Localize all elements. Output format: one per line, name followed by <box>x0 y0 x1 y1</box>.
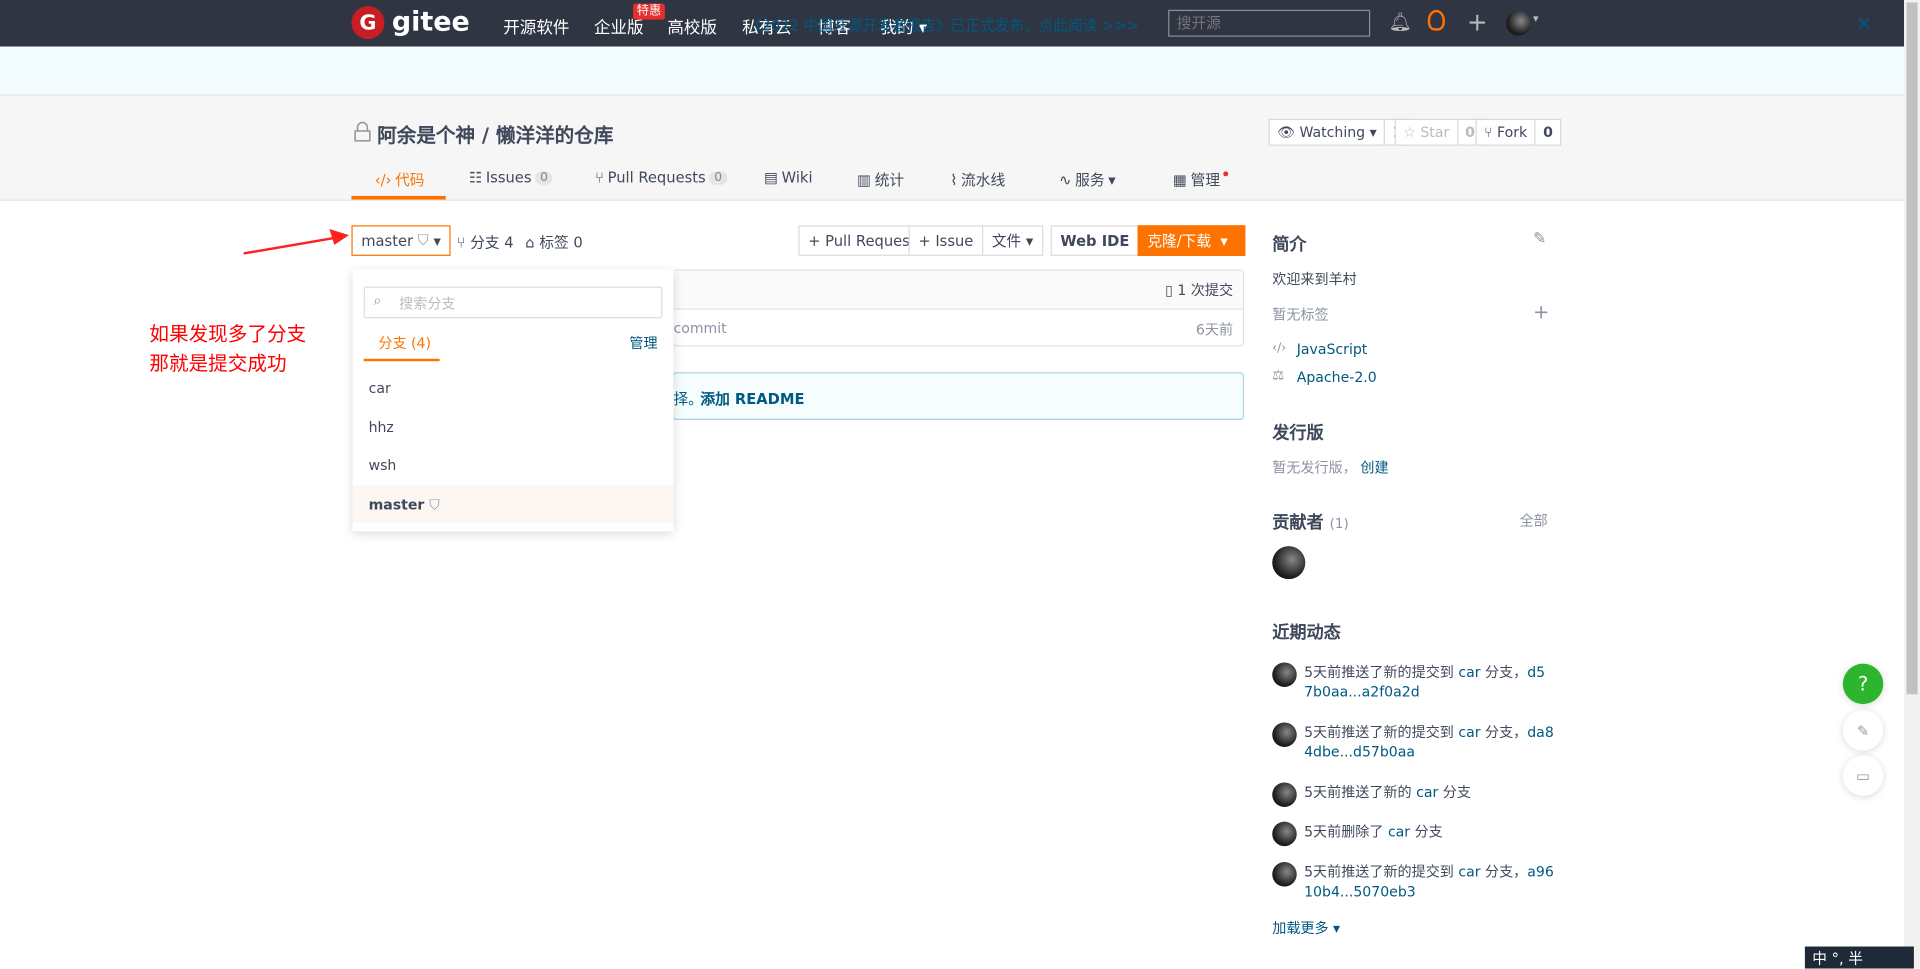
create-release-link[interactable]: 创建 <box>1360 458 1388 478</box>
all-contributors-link[interactable]: 全部 <box>1520 511 1548 531</box>
chart-icon: ▥ <box>857 170 872 188</box>
notification-dot <box>1223 170 1229 176</box>
pull-request-icon: ⑂ <box>595 168 604 187</box>
activity-item: 5天前推送了新的提交到 car 分支，a9610b4...5070eb3 <box>1272 862 1554 901</box>
manage-icon: ▦ <box>1173 170 1187 188</box>
manage-branches-link[interactable]: 管理 <box>629 333 657 353</box>
repo-title[interactable]: 阿余是个神 / 懒洋洋的仓库 <box>377 119 613 148</box>
avatar <box>1272 862 1297 887</box>
active-tab-indicator <box>351 195 446 200</box>
tab-wiki[interactable]: ▤ Wiki <box>764 169 812 186</box>
watch-button[interactable]: 👁︎ Watching ▾1 <box>1268 118 1411 146</box>
announcement-banner <box>0 46 1905 96</box>
shield-icon: ⛉ <box>417 231 429 249</box>
tab-pipeline[interactable]: ⌇ 流水线 <box>950 169 1005 190</box>
chat-button[interactable]: ▭ <box>1842 755 1884 796</box>
releases-heading: 发行版 <box>1272 423 1324 444</box>
tab-stats[interactable]: ▥ 统计 <box>857 169 904 190</box>
commit-box: ▯ 1 次提交 commit 6天前 <box>672 269 1245 347</box>
avatar <box>1272 662 1297 687</box>
book-icon: ▤ <box>764 168 778 187</box>
activity-item: 5天前推送了新的提交到 car 分支，da84dbe...d57b0aa <box>1272 722 1554 761</box>
branch-search-input[interactable]: ⌕ 搜索分支 <box>363 286 663 319</box>
branch-dropdown: ⌕ 搜索分支 分支 (4) 管理 car hhz wsh master ⛉ <box>352 269 674 532</box>
no-release-label: 暂无发行版， <box>1272 459 1357 477</box>
scale-icon: ⚖ <box>1272 367 1285 384</box>
branch-item-wsh[interactable]: wsh <box>353 446 674 484</box>
ime-status-bar[interactable]: 中 °, 半 <box>1804 946 1914 969</box>
tab-issues[interactable]: ☷ Issues 0 <box>469 169 553 186</box>
branch-item-hhz[interactable]: hhz <box>353 408 674 446</box>
help-button[interactable]: ? <box>1842 663 1884 705</box>
avatar <box>1272 722 1297 747</box>
avatar <box>1272 821 1297 847</box>
no-tags-label: 暂无标签 <box>1272 306 1329 324</box>
contributor-avatar[interactable] <box>1272 546 1306 580</box>
lock-icon <box>354 121 371 142</box>
active-tab-indicator <box>363 358 440 362</box>
branches-tab[interactable]: 分支 (4) <box>378 333 431 353</box>
activity-item: 5天前推送了新的提交到 car 分支，d57b0aa...a2f0a2d <box>1272 662 1554 701</box>
activity-item: 5天前推送了新的 car 分支 <box>1272 782 1554 807</box>
annotation-arrow <box>243 228 349 255</box>
repo-description: 欢迎来到羊村 <box>1272 270 1357 288</box>
star-button[interactable]: ☆ Star 0 <box>1394 118 1484 146</box>
add-tag-icon[interactable]: + <box>1533 300 1549 323</box>
code-icon: ‹/› <box>1272 341 1287 356</box>
avatar <box>1272 782 1297 807</box>
issues-icon: ☷ <box>468 168 483 187</box>
branch-item-car[interactable]: car <box>353 369 674 407</box>
feedback-edit-button[interactable]: ✎ <box>1842 710 1884 751</box>
intro-heading: 简介 <box>1272 235 1307 255</box>
tab-pull-requests[interactable]: ⑂ Pull Requests 0 <box>595 169 727 186</box>
branches-link[interactable]: ⑂ 分支 4 <box>457 231 514 252</box>
branch-selector[interactable]: master ⛉ ▾ <box>351 225 451 256</box>
readme-notice: 择。 添加 README <box>672 372 1245 421</box>
commit-count[interactable]: ▯ 1 次提交 <box>673 270 1243 310</box>
annotation-text: 如果发现多了分支 那就是提交成功 <box>149 322 307 375</box>
tab-manage[interactable]: ▦ 管理 <box>1173 169 1229 190</box>
edit-icon[interactable]: ✎ <box>1533 230 1546 248</box>
scrollbar[interactable] <box>1904 0 1920 969</box>
branch-item-master[interactable]: master ⛉ <box>352 484 674 523</box>
tab-code[interactable]: ‹/› 代码 <box>375 169 425 190</box>
web-ide-button[interactable]: Web IDE <box>1050 225 1140 256</box>
license-link[interactable]: Apache-2.0 <box>1297 369 1377 386</box>
pulse-icon: ∿ <box>1059 170 1072 188</box>
activity-item: 5天前删除了 car 分支 <box>1272 821 1554 847</box>
commit-time: 6天前 <box>1195 320 1234 338</box>
activity-heading: 近期动态 <box>1272 623 1341 643</box>
shield-icon: ⛉ <box>429 495 440 514</box>
announcement-link[interactable]: 《2022 中国开源开发者报告》已正式发布，点此阅读 >>> <box>0 15 1886 36</box>
new-pull-request-button[interactable]: + Pull Request <box>798 225 926 256</box>
code-icon: ‹/› <box>374 170 392 188</box>
load-more-button[interactable]: 加载更多 ▾ <box>1272 918 1340 938</box>
fork-button[interactable]: ⑂ Fork 0 <box>1475 118 1562 146</box>
new-issue-button[interactable]: + Issue <box>908 225 984 256</box>
tab-services[interactable]: ∿ 服务 ▾ <box>1059 169 1115 190</box>
pipeline-icon: ⌇ <box>950 170 958 188</box>
tags-link[interactable]: ⌂ 标签 0 <box>525 231 582 252</box>
file-menu-button[interactable]: 文件 ▾ <box>982 225 1044 256</box>
close-icon[interactable]: × <box>1856 12 1871 34</box>
search-icon: ⌕ <box>373 291 382 309</box>
contributors-heading: 贡献者 (1) <box>1272 513 1349 533</box>
clone-download-button[interactable]: 克隆/下载 ▾ <box>1137 225 1246 256</box>
commit-message[interactable]: commit <box>673 320 726 340</box>
language-link[interactable]: JavaScript <box>1297 340 1368 357</box>
add-readme-link[interactable]: 添加 README <box>700 388 804 409</box>
